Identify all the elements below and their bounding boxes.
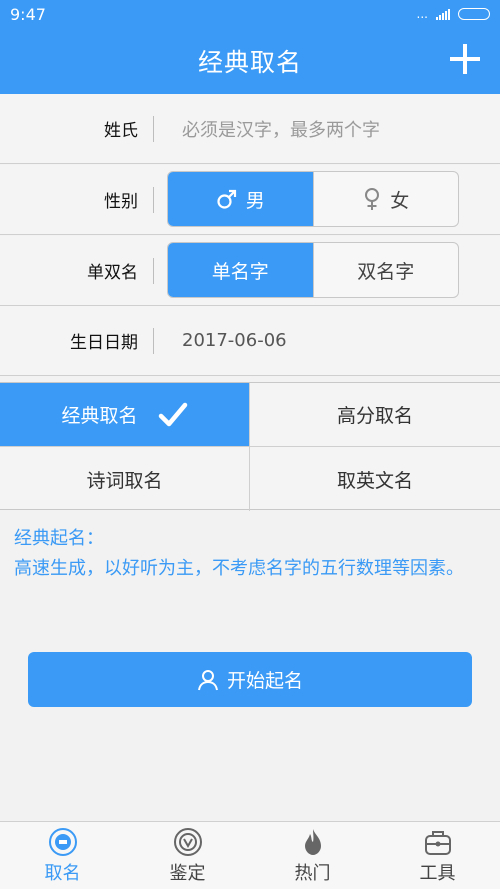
birthday-picker[interactable]: 2017-06-06 [182,330,287,351]
status-dots: ... [416,7,428,21]
birthday-row: 生日日期 2017-06-06 [0,306,500,376]
mode-classic-label: 经典取名 [61,405,138,427]
nav-tools[interactable]: 工具 [375,822,500,889]
signal-icon [436,8,450,20]
divider [153,186,154,213]
mode-english[interactable]: 取英文名 [250,447,500,511]
toolbox-icon [424,830,451,855]
name-length-label: 单双名 [87,263,138,283]
mode-high-score[interactable]: 高分取名 [250,383,500,447]
birthday-label: 生日日期 [70,333,138,353]
nav-verify-label: 鉴定 [169,862,206,884]
flame-icon [304,828,321,855]
mode-poetry[interactable]: 诗词取名 [0,447,250,511]
surname-row: 姓氏 必须是汉字，最多两个字 [0,94,500,164]
description-body: 高速生成，以好听为主，不考虑名字的五行数理等因素。 [14,558,464,579]
title-bar: 经典取名 [0,28,500,94]
nav-naming-label: 取名 [44,862,81,884]
battery-icon [458,8,490,20]
surname-label: 姓氏 [104,121,138,141]
surname-input[interactable]: 必须是汉字，最多两个字 [182,116,380,142]
description-title: 经典起名： [14,528,104,549]
nav-verify[interactable]: 鉴定 [125,822,250,889]
single-name-button[interactable]: 单名字 [168,243,313,297]
double-name-label: 双名字 [357,260,415,283]
status-time: 9:47 [10,4,46,24]
divider [153,115,154,142]
single-name-label: 单名字 [211,260,269,283]
mode-high-score-label: 高分取名 [336,405,413,427]
divider [153,327,154,354]
divider [153,257,154,284]
gender-female-button[interactable]: 女 [312,172,459,226]
page-title: 经典取名 [197,48,302,77]
mode-english-label: 取英文名 [336,469,413,492]
start-naming-label: 开始起名 [226,670,303,692]
mode-poetry-label: 诗词取名 [86,469,163,492]
add-button[interactable] [448,42,482,76]
double-name-button[interactable]: 双名字 [312,243,459,297]
nav-naming[interactable]: 取名 [0,822,125,889]
name-badge-icon [48,827,77,856]
nav-tools-label: 工具 [419,862,456,884]
name-length-selector: 单名字 双名字 [167,242,459,298]
name-length-row: 单双名 单名字 双名字 [0,236,500,306]
verify-icon [173,827,202,856]
gender-row: 性别 男 女 [0,165,500,235]
male-icon [217,189,236,209]
gender-female-label: 女 [390,189,410,212]
status-bar: 9:47 ... [0,0,500,28]
gender-male-label: 男 [245,189,265,212]
nav-hot[interactable]: 热门 [250,822,375,889]
female-icon [365,188,380,210]
gender-label: 性别 [104,192,138,212]
start-naming-button[interactable]: 开始起名 [28,652,472,707]
user-icon [197,669,218,690]
bottom-nav: 取名 鉴定 热门 工具 [0,821,500,889]
status-icons: ... [417,7,490,21]
gender-selector: 男 女 [167,171,459,227]
mode-grid: 经典取名 高分取名 诗词取名 取英文名 [0,382,500,511]
mode-classic[interactable]: 经典取名 [0,383,250,447]
check-icon [158,402,187,426]
gender-male-button[interactable]: 男 [168,172,313,226]
nav-hot-label: 热门 [294,862,331,884]
mode-description: 经典起名： 高速生成，以好听为主，不考虑名字的五行数理等因素。 [14,524,484,584]
